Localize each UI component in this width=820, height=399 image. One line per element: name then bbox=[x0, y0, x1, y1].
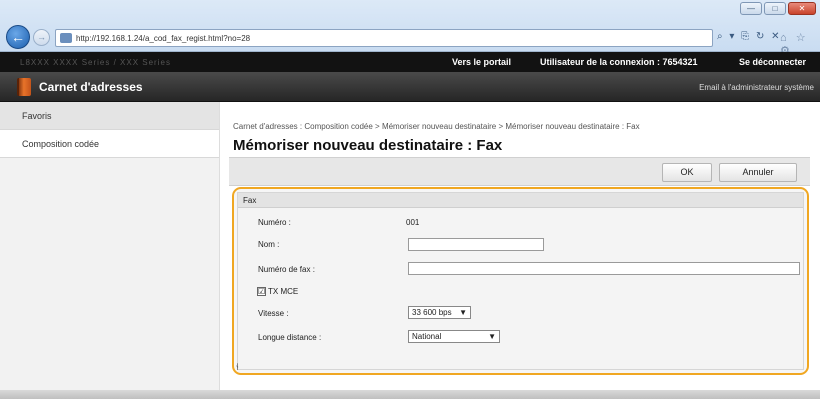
address-tools[interactable]: ⌕ ▾ ⎘ ↻ ✕ bbox=[717, 31, 782, 42]
email-admin-link[interactable]: Email à l'administrateur système bbox=[699, 83, 814, 92]
distance-select[interactable]: National ▼ bbox=[408, 330, 500, 343]
app-header: Carnet d'adresses Email à l'administrate… bbox=[0, 72, 820, 102]
chevron-down-icon: ▼ bbox=[459, 308, 467, 317]
sidebar-item-favoris[interactable]: Favoris bbox=[0, 102, 219, 130]
chevron-down-icon: ▼ bbox=[488, 332, 496, 341]
numero-label: Numéro : bbox=[258, 218, 291, 227]
device-name: L8XXX XXXX Series / XXX Series bbox=[20, 58, 171, 67]
portal-link[interactable]: Vers le portail bbox=[452, 57, 511, 67]
page-title: Mémoriser nouveau destinataire : Fax bbox=[233, 137, 503, 154]
sidebar-item-label: Favoris bbox=[22, 111, 52, 121]
vitesse-value: 33 600 bps bbox=[412, 308, 452, 317]
top-navigation-bar: L8XXX XXXX Series / XXX Series Vers le p… bbox=[0, 52, 820, 72]
close-window-button[interactable]: ✕ bbox=[788, 2, 816, 15]
back-button[interactable]: ← bbox=[6, 25, 30, 49]
txmce-checkbox[interactable]: ☑ bbox=[257, 287, 266, 296]
app-title: Carnet d'adresses bbox=[39, 80, 143, 94]
window-controls: — □ ✕ bbox=[740, 2, 816, 15]
nom-input[interactable] bbox=[408, 238, 544, 251]
address-url: http://192.168.1.24/a_cod_fax_regist.htm… bbox=[76, 33, 251, 43]
sidebar-item-label: Composition codée bbox=[22, 139, 100, 149]
txmce-option[interactable]: ☑ TX MCE bbox=[257, 287, 298, 296]
distance-label: Longue distance : bbox=[258, 333, 322, 342]
breadcrumb: Carnet d'adresses : Composition codée > … bbox=[233, 122, 640, 131]
sidebar: Favoris Composition codée bbox=[0, 102, 220, 399]
action-bar: OK Annuler bbox=[229, 157, 810, 186]
fax-number-label: Numéro de fax : bbox=[258, 265, 315, 274]
vitesse-select[interactable]: 33 600 bps ▼ bbox=[408, 306, 471, 319]
fax-form-panel: Fax Numéro : 001 Nom : Numéro de fax : ☑… bbox=[232, 187, 809, 375]
address-book-icon bbox=[17, 78, 31, 96]
ok-button[interactable]: OK bbox=[662, 163, 712, 182]
logout-link[interactable]: Se déconnecter bbox=[739, 57, 806, 67]
forward-button[interactable]: → bbox=[33, 29, 50, 46]
collapse-icon[interactable]: ⫮ bbox=[236, 362, 239, 373]
page-favicon-icon bbox=[60, 33, 72, 43]
sidebar-item-composition-codee[interactable]: Composition codée bbox=[0, 130, 219, 158]
page-footer bbox=[0, 390, 820, 399]
maximize-button[interactable]: □ bbox=[764, 2, 786, 15]
distance-value: National bbox=[412, 332, 442, 341]
cancel-button[interactable]: Annuler bbox=[719, 163, 797, 182]
fax-form: Fax Numéro : 001 Nom : Numéro de fax : ☑… bbox=[237, 192, 804, 370]
logged-in-user: Utilisateur de la connexion : 7654321 bbox=[540, 57, 698, 67]
txmce-label: TX MCE bbox=[268, 287, 299, 296]
numero-value: 001 bbox=[406, 218, 420, 227]
browser-toolbar: — □ ✕ ← → http://192.168.1.24/a_cod_fax_… bbox=[0, 0, 820, 57]
section-title: Fax bbox=[238, 193, 803, 208]
vitesse-label: Vitesse : bbox=[258, 309, 289, 318]
nom-label: Nom : bbox=[258, 240, 280, 249]
fax-number-input[interactable] bbox=[408, 262, 800, 275]
address-bar[interactable]: http://192.168.1.24/a_cod_fax_regist.htm… bbox=[55, 29, 713, 47]
minimize-button[interactable]: — bbox=[740, 2, 762, 15]
